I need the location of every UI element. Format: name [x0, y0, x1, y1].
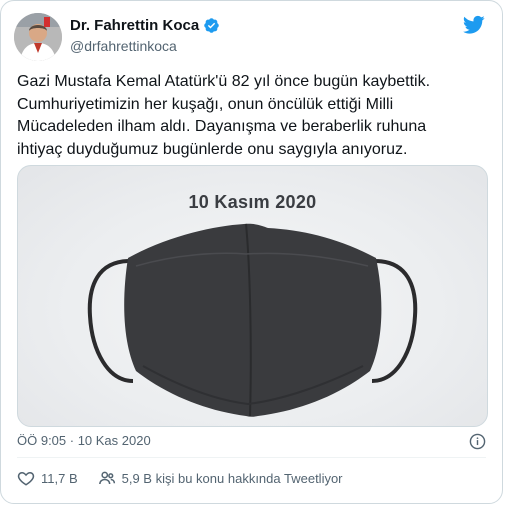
twitter-bird-icon[interactable]: [463, 15, 485, 35]
author-display-name[interactable]: Dr. Fahrettin Koca: [70, 17, 199, 34]
tweet-timestamp[interactable]: ÖÖ 9:05 · 10 Kas 2020: [17, 433, 151, 448]
tweet-actions: 11,7 B 5,9 B kişi bu konu hakkında Tweet…: [17, 469, 363, 487]
info-icon[interactable]: [469, 433, 486, 450]
heart-icon: [17, 471, 35, 486]
verified-badge-icon: [204, 18, 219, 33]
tweet-text: Gazi Mustafa Kemal Atatürk'ü 82 yıl önce…: [17, 73, 431, 158]
people-icon: [98, 471, 115, 485]
tweet-media-image[interactable]: 10 Kasım 2020: [17, 165, 488, 427]
author-handle[interactable]: @drfahrettinkoca: [70, 38, 177, 54]
face-mask-image: [87, 223, 418, 417]
tweet-card: Dr. Fahrettin Koca @drfahrettinkoca Gazi…: [0, 0, 503, 504]
conversation-button[interactable]: 5,9 B kişi bu konu hakkında Tweetliyor: [98, 469, 343, 487]
divider: [17, 457, 486, 458]
like-button[interactable]: 11,7 B: [17, 469, 78, 487]
like-count: 11,7 B: [41, 470, 78, 486]
avatar[interactable]: [14, 13, 62, 61]
talking-label: 5,9 B kişi bu konu hakkında Tweetliyor: [121, 470, 343, 486]
author-name-row[interactable]: Dr. Fahrettin Koca: [70, 17, 220, 34]
